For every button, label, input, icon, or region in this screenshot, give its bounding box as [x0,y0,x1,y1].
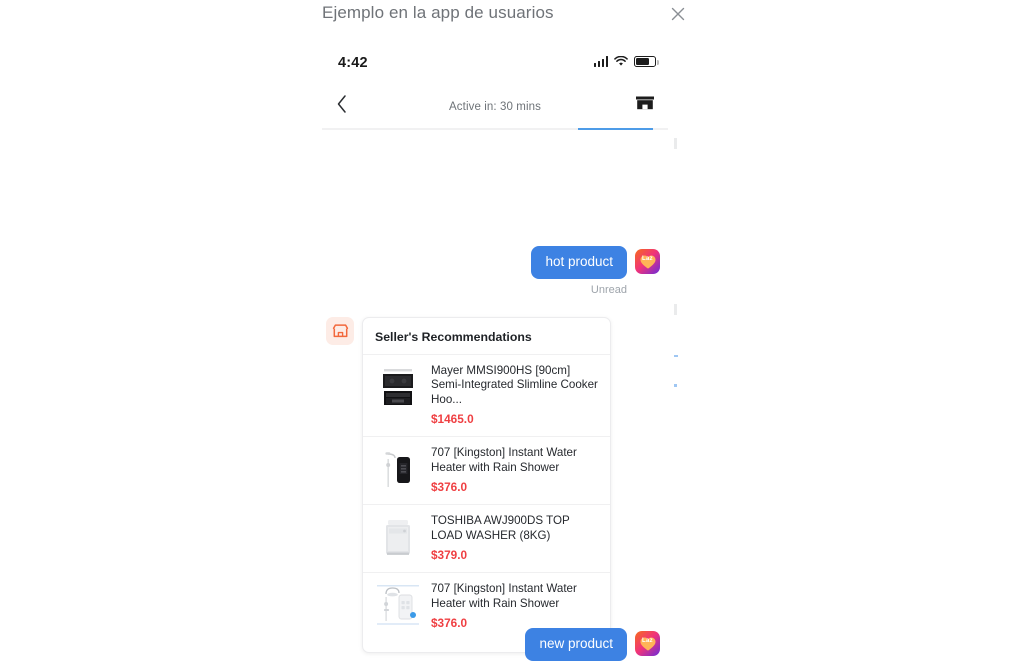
battery-icon [634,56,659,67]
avatar-label: Laz [642,638,653,644]
product-price: $376.0 [431,480,468,495]
chat-thread: hot product Unread Laz Seller's Recommen… [322,130,668,661]
status-icons [593,56,659,67]
top-load-washer-thumb [375,514,421,561]
lazada-avatar-icon: Laz [635,249,660,274]
product-price: $379.0 [431,548,468,563]
edge-artifact [674,304,677,315]
card-title: Seller's Recommendations [375,330,532,344]
phone-preview: 4:42 Active in: 30 mins hot product Unre… [322,42,668,661]
message-row-outgoing: hot product Unread Laz [531,246,660,296]
page-title: Ejemplo en la app de usuarios [322,3,554,22]
cooker-hood-oven-thumb [375,364,421,410]
nav-bar: Active in: 30 mins [322,84,668,126]
list-item[interactable]: 707 [Kingston] Instant Water Heater with… [363,436,610,504]
modal-header: Ejemplo en la app de usuarios [0,0,1030,30]
edge-artifact [674,355,678,357]
list-item[interactable]: TOSHIBA AWJ900DS TOP LOAD WASHER (8KG) $… [363,504,610,572]
product-name: Mayer MMSI900HS [90cm] Semi-Integrated S… [431,364,598,406]
product-name: TOSHIBA AWJ900DS TOP LOAD WASHER (8KG) [431,514,570,542]
black-water-heater-thumb [375,446,421,493]
seller-recommendations-card: Seller's Recommendations Mayer MMSI900HS… [362,317,611,654]
edge-artifact [674,138,677,149]
message-row-incoming: Seller's Recommendations Mayer MMSI900HS… [326,317,611,654]
wifi-icon [614,56,628,67]
product-price: $1465.0 [431,412,474,427]
close-icon[interactable] [668,4,688,24]
message-status: Unread [590,283,627,296]
storefront-avatar-icon [326,317,354,345]
list-item[interactable]: Mayer MMSI900HS [90cm] Semi-Integrated S… [363,354,610,436]
chat-bubble-new-product[interactable]: new product [525,628,627,661]
white-water-heater-thumb [375,582,421,629]
product-name: 707 [Kingston] Instant Water Heater with… [431,582,577,610]
avatar-label: Laz [642,256,653,262]
nav-title: Active in: 30 mins [449,101,541,113]
chat-bubble-hot-product[interactable]: hot product [531,246,627,279]
status-time: 4:42 [338,55,368,71]
cellular-signal-icon [593,56,608,67]
lazada-avatar-icon: Laz [635,631,660,656]
status-bar: 4:42 [322,42,668,84]
storefront-icon[interactable] [634,92,658,116]
edge-artifact [674,384,677,387]
message-row-outgoing: new product Laz [525,628,660,661]
product-name: 707 [Kingston] Instant Water Heater with… [431,446,577,474]
